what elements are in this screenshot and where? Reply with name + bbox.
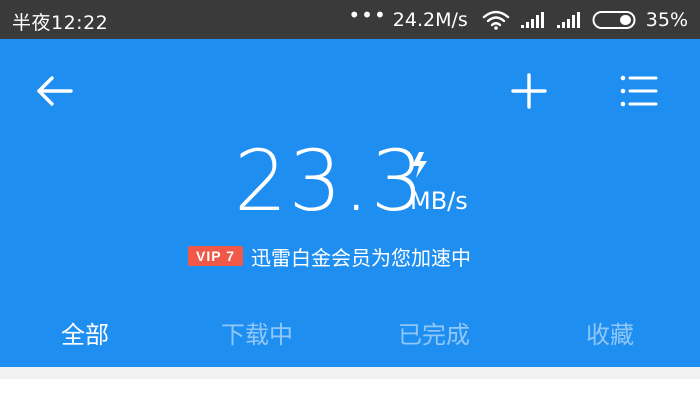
lightning-icon xyxy=(412,152,427,178)
wifi-icon xyxy=(482,10,509,30)
status-icons: ••• 24.2M/s 35% xyxy=(348,0,688,39)
menu-button[interactable] xyxy=(614,67,662,115)
tab-completed[interactable]: 已完成 xyxy=(398,315,470,350)
signal-icon xyxy=(520,11,544,28)
notification-dots: ••• xyxy=(348,2,387,27)
task-list-top xyxy=(0,379,700,402)
add-task-button[interactable] xyxy=(505,67,553,115)
battery-percent: 35% xyxy=(645,8,688,31)
vip-badge: VIP 7 xyxy=(188,246,243,266)
status-time: 半夜12:22 xyxy=(12,12,109,34)
speed-unit: MB/s xyxy=(410,187,468,215)
battery-icon xyxy=(592,10,636,29)
network-speed: 24.2M/s xyxy=(392,8,468,31)
task-list-area xyxy=(0,367,700,402)
tab-downloading[interactable]: 下载中 xyxy=(221,315,293,350)
tab-all[interactable]: 全部 xyxy=(61,315,109,350)
back-arrow-icon xyxy=(37,76,73,106)
status-bar: 半夜12:22 ••• 24.2M/s 35% xyxy=(0,0,700,39)
speed-value: 23.3 xyxy=(234,132,426,230)
task-tabs: 全部 下载中 已完成 收藏 xyxy=(0,301,700,361)
back-button[interactable] xyxy=(31,67,79,115)
vip-acceleration-notice: VIP 7 迅雷白金会员为您加速中 xyxy=(188,243,471,270)
tab-favorites[interactable]: 收藏 xyxy=(586,315,634,350)
plus-icon xyxy=(511,73,547,109)
list-menu-icon xyxy=(620,75,658,107)
vip-message: 迅雷白金会员为您加速中 xyxy=(251,245,471,270)
download-screen: 半夜12:22 ••• 24.2M/s 35% 23.3 MB/s VIP 7 … xyxy=(0,0,700,402)
download-header: 23.3 MB/s VIP 7 迅雷白金会员为您加速中 全部 下载中 已完成 收… xyxy=(0,39,700,367)
signal-icon xyxy=(556,11,580,28)
